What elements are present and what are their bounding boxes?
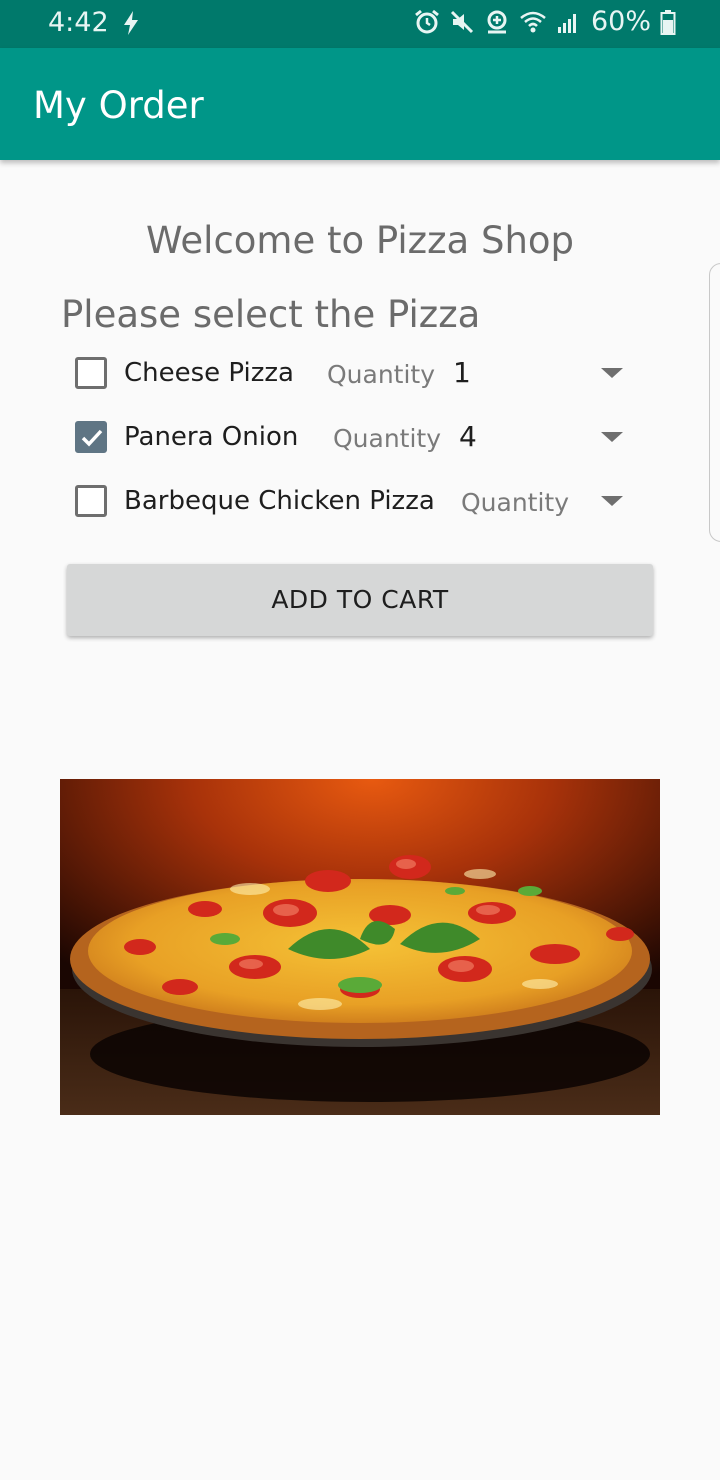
status-time: 4:42 — [48, 7, 109, 38]
add-to-cart-button[interactable]: ADD TO CART — [67, 564, 653, 636]
quantity-label: Quantity — [461, 488, 570, 517]
dropdown-arrow-icon[interactable] — [601, 432, 623, 442]
dropdown-arrow-icon[interactable] — [601, 368, 623, 378]
dropdown-arrow-icon[interactable] — [601, 496, 623, 506]
welcome-heading: Welcome to Pizza Shop — [145, 219, 575, 262]
mute-icon — [450, 10, 474, 33]
pizza-row-barbeque-chicken: Barbeque Chicken Pizza Quantity — [0, 476, 720, 530]
status-icons: 60% — [414, 6, 676, 37]
barbeque-chicken-pizza-checkbox[interactable] — [75, 485, 107, 517]
pizza-row-panera-onion: Panera Onion Quantity 4 — [0, 412, 720, 466]
signal-icon — [557, 13, 576, 33]
pizza-row-cheese: Cheese Pizza Quantity 1 — [0, 348, 720, 402]
panera-onion-checkbox[interactable] — [75, 421, 107, 453]
app-bar: My Order — [0, 48, 720, 160]
quantity-label: Quantity — [333, 424, 442, 453]
pizza-label: Panera Onion — [124, 422, 299, 452]
app-title: My Order — [33, 84, 204, 127]
alarm-icon — [415, 9, 439, 33]
quantity-label: Quantity — [327, 360, 436, 389]
wifi-icon — [520, 11, 546, 32]
pizza-photo — [60, 779, 660, 1115]
charging-bolt-icon — [124, 11, 138, 35]
pizza-label: Cheese Pizza — [124, 358, 294, 388]
battery-percent: 60% — [590, 6, 651, 37]
quantity-value[interactable]: 1 — [453, 356, 471, 389]
select-pizza-heading: Please select the Pizza — [61, 293, 481, 336]
quantity-value[interactable]: 4 — [459, 420, 477, 453]
pizza-label: Barbeque Chicken Pizza — [124, 486, 435, 516]
checkmark-icon — [81, 429, 103, 447]
status-bar: 4:42 60% — [0, 0, 720, 48]
battery-icon — [660, 9, 676, 35]
cheese-pizza-checkbox[interactable] — [75, 357, 107, 389]
data-saver-icon — [487, 10, 507, 33]
